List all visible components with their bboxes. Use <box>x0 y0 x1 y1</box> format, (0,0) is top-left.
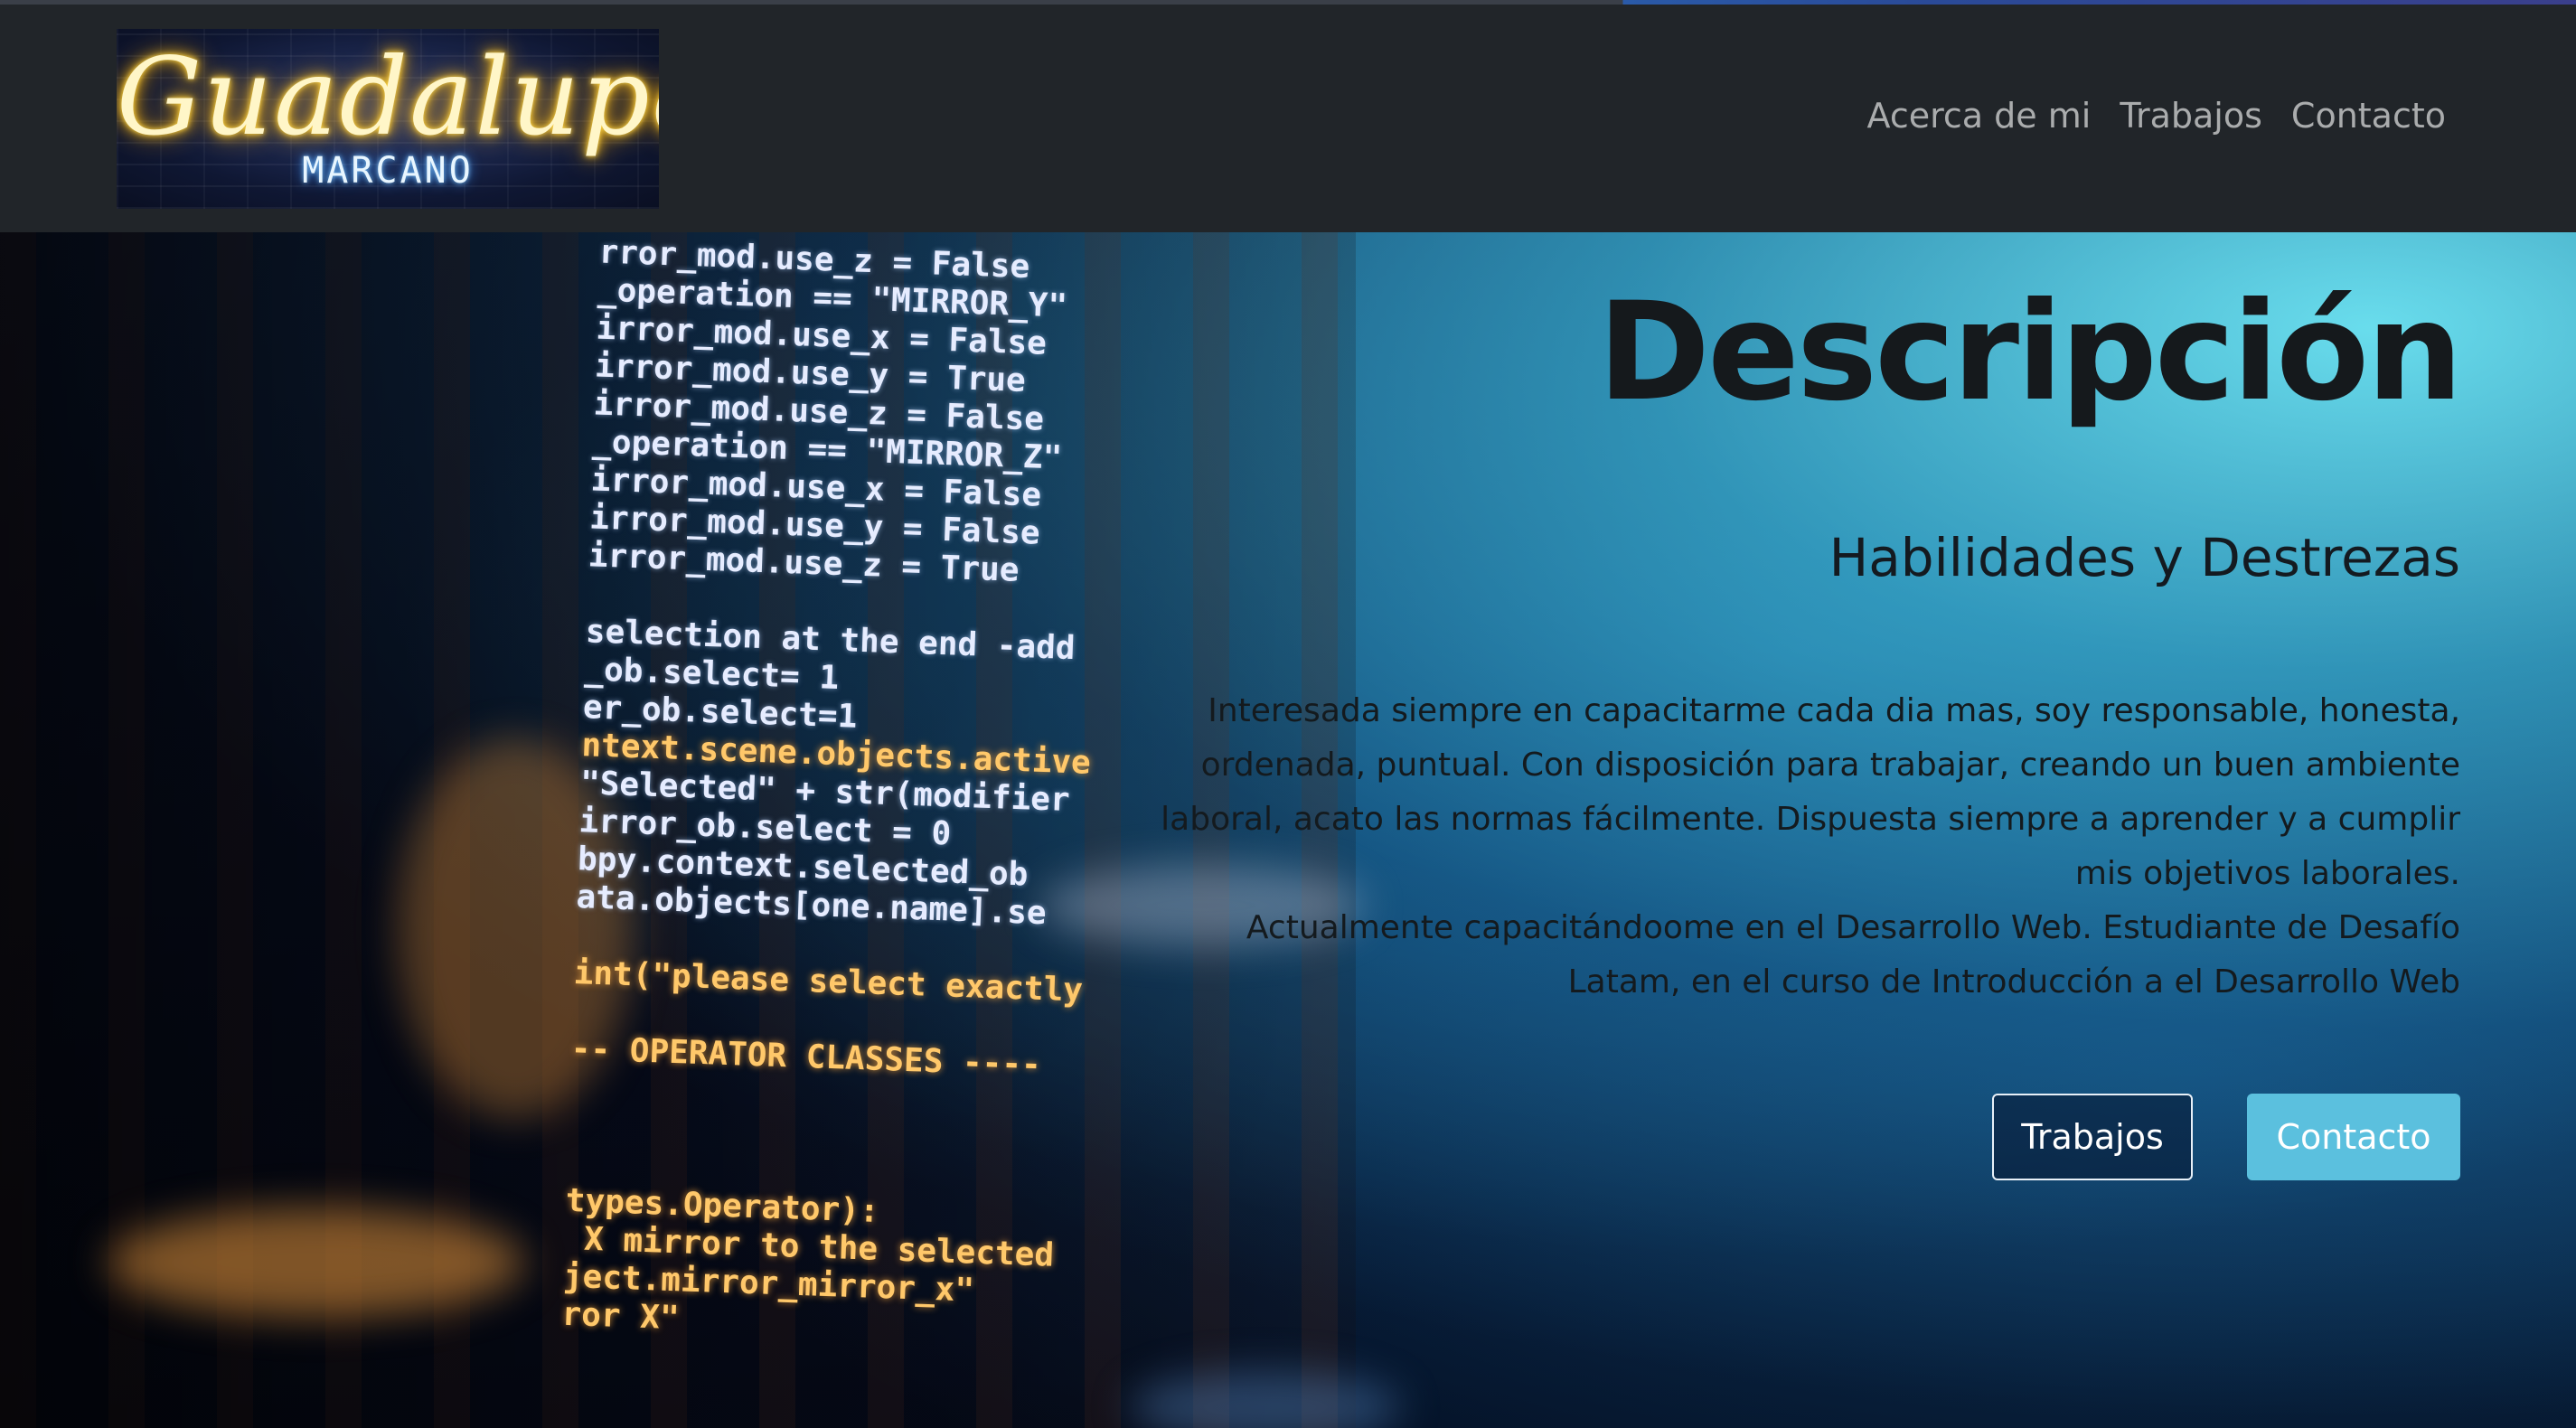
nav-link-about[interactable]: Acerca de mi <box>1867 96 2092 136</box>
logo-script-text: Guadalupe <box>117 34 659 159</box>
description-paragraph: Interesada siempre en capacitarme cada d… <box>1161 692 2460 892</box>
logo-sub-text: MARCANO <box>302 150 474 192</box>
bokeh-blob <box>108 1208 524 1317</box>
nav-link-works[interactable]: Trabajos <box>2120 96 2262 136</box>
hero-section: rror_mod.use_z = False _operation == "MI… <box>0 232 2576 1428</box>
code-snippet-graphic: rror_mod.use_z = False _operation == "MI… <box>522 232 1092 1338</box>
nav-link-contact[interactable]: Contacto <box>2291 96 2446 136</box>
main-nav: Acerca de mi Trabajos Contacto <box>1867 96 2446 136</box>
page-subtitle: Habilidades y Destrezas <box>1829 527 2460 588</box>
brand-logo[interactable]: Guadalupe MARCANO <box>117 29 659 209</box>
works-button[interactable]: Trabajos <box>1992 1094 2193 1180</box>
contact-button[interactable]: Contacto <box>2247 1094 2460 1180</box>
description-paragraph: Actualmente capacitándoome en el Desarro… <box>1246 909 2460 1001</box>
page-title: Descripción <box>1597 274 2463 431</box>
navbar: Guadalupe MARCANO Acerca de mi Trabajos … <box>0 5 2576 232</box>
hero-buttons: Trabajos Contacto <box>1992 1094 2460 1180</box>
bokeh-blob <box>1130 1371 1401 1428</box>
description-text: Interesada siempre en capacitarme cada d… <box>1150 684 2460 1010</box>
